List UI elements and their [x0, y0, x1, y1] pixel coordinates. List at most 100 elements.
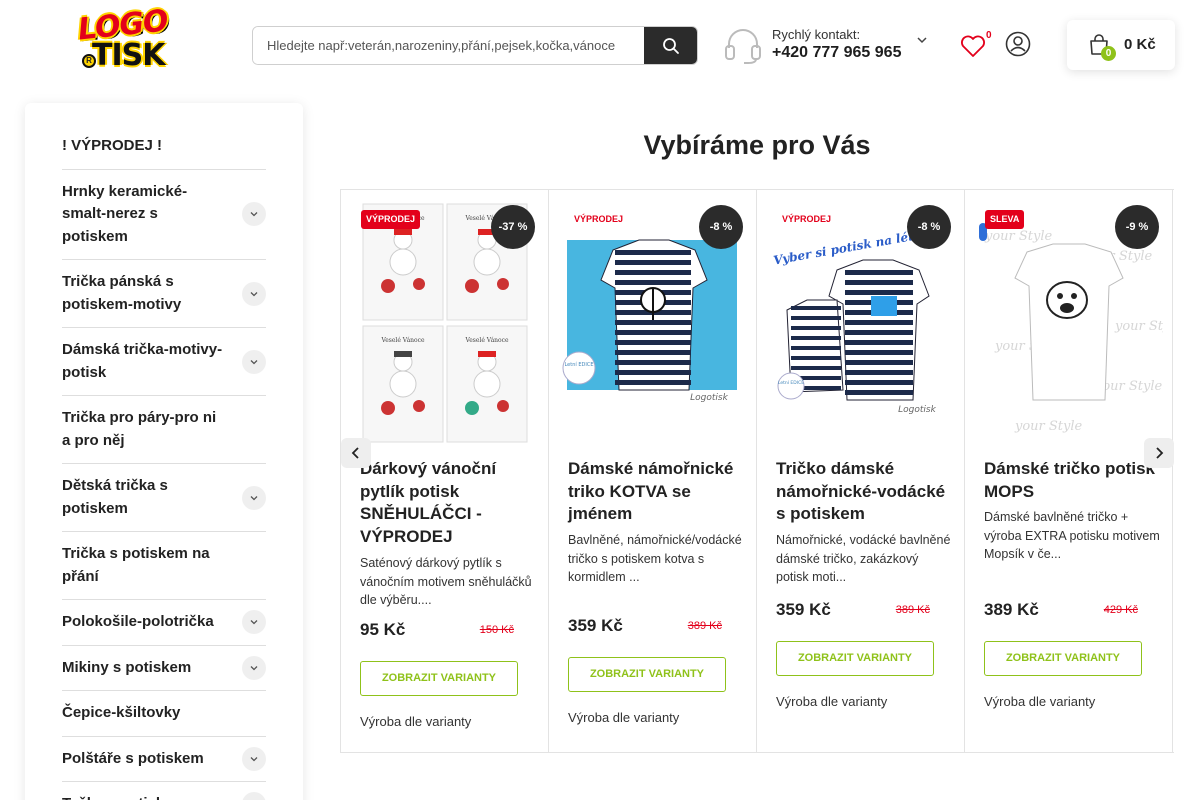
chevron-down-icon[interactable] — [242, 202, 266, 227]
show-variants-button[interactable]: ZOBRAZIT VARIANTY — [776, 641, 934, 676]
product-price: 359 Kč — [776, 600, 831, 619]
svg-text:Veselé Vánoce: Veselé Vánoce — [380, 337, 425, 344]
cart-total: 0 Kč — [1124, 36, 1156, 53]
sidebar-item[interactable]: Hrnky keramické-smalt-nerez s potiskem — [62, 170, 266, 260]
product-flag: VÝPRODEJ — [361, 210, 421, 229]
headset-icon — [725, 29, 761, 64]
svg-text:your Style: your Style — [1114, 319, 1163, 334]
product-description: Námořnické, vodácké bavlněné dámské trič… — [776, 533, 951, 584]
section-title: Vybíráme pro Vás — [643, 130, 871, 160]
sidebar-item[interactable]: Polokošile-polotrička — [62, 600, 266, 646]
product-price: 95 Kč — [360, 620, 406, 639]
chevron-down-icon[interactable] — [242, 281, 266, 306]
product-title[interactable]: Dárkový vánoční pytlík potisk SNĚHULÁČCI… — [360, 458, 538, 548]
chevron-down-icon[interactable] — [242, 655, 266, 680]
product-old-price: 150 Kč — [479, 624, 514, 636]
product-availability: Výroba dle varianty — [776, 694, 888, 709]
sidebar-item[interactable]: Polštáře s potiskem — [62, 737, 266, 782]
site-logo[interactable]: LOGO TISK R — [76, 3, 169, 76]
wishlist-button[interactable]: 0 — [958, 30, 998, 62]
sidebar-item-label: Čepice-kšiltovky — [62, 704, 181, 721]
sidebar-item[interactable]: ! VÝPRODEJ ! — [62, 125, 266, 170]
sidebar-item[interactable]: Čepice-kšiltovky — [62, 691, 266, 737]
search-bar — [252, 26, 698, 65]
search-icon — [662, 37, 679, 54]
sidebar-item[interactable]: Trička pánská s potiskem-motivy — [62, 260, 266, 328]
product-card[interactable]: VÝPRODEJ -8 % Vyber si potisk na léto. Letn… — [757, 190, 965, 752]
quick-contact[interactable]: Rychlý kontakt: +420 777 965 965 — [724, 24, 934, 68]
svg-text:your Style: your Style — [984, 229, 1053, 244]
product-description: Dámské bavlněné tričko + výroba EXTRA po… — [984, 510, 1160, 561]
svg-text:Letní EDICE: Letní EDICE — [778, 379, 804, 386]
product-carousel: VÝPRODEJ -37 % Veselé Vánoce Veselé Vánoce V… — [340, 189, 1174, 753]
discount-badge: -8 % — [907, 205, 951, 249]
product-price: 389 Kč — [984, 600, 1039, 619]
product-availability: Výroba dle varianty — [360, 714, 472, 729]
carousel-prev-button[interactable] — [341, 438, 371, 468]
sidebar-item[interactable]: Tašky s potiskem — [62, 782, 266, 800]
sidebar-item-label: Tašky s potiskem — [62, 795, 186, 800]
svg-text:Logotisk: Logotisk — [690, 393, 728, 403]
sidebar-item[interactable]: Trička s potiskem na přání — [62, 532, 266, 600]
sidebar-item-label: Trička s potiskem na přání — [62, 545, 210, 585]
wishlist-count: 0 — [986, 30, 992, 41]
sidebar-item-label: Dámská trička-motivy-potisk — [62, 341, 223, 381]
show-variants-button[interactable]: ZOBRAZIT VARIANTY — [360, 661, 518, 696]
sidebar-item[interactable]: Mikiny s potiskem — [62, 646, 266, 691]
product-flag: VÝPRODEJ — [777, 210, 837, 229]
contact-phone[interactable]: +420 777 965 965 — [772, 44, 901, 62]
carousel-next-button[interactable] — [1144, 438, 1174, 468]
chevron-down-icon[interactable] — [242, 349, 266, 374]
svg-text:Veselé Vánoce: Veselé Vánoce — [464, 337, 509, 344]
chevron-left-icon — [351, 447, 359, 459]
sidebar-item-label: Trička pro páry-pro ni a pro něj — [62, 409, 217, 449]
product-availability: Výroba dle varianty — [984, 694, 1096, 709]
logo-text-bottom: TISK — [92, 38, 165, 73]
product-description: Saténový dárkový pytlík s vánočním motiv… — [360, 556, 532, 607]
user-icon[interactable] — [1005, 31, 1031, 57]
svg-text:Letní EDICE: Letní EDICE — [564, 361, 593, 368]
product-flag: SLEVA — [985, 210, 1025, 229]
product-title[interactable]: Dámské tričko potisk MOPS — [984, 458, 1162, 503]
sidebar-item[interactable]: Trička pro páry-pro ni a pro něj — [62, 396, 266, 464]
sidebar-item-label: Dětská trička s potiskem — [62, 477, 168, 517]
svg-text:Logotisk: Logotisk — [898, 405, 936, 415]
heart-icon — [961, 35, 985, 57]
chevron-down-icon[interactable] — [242, 485, 266, 510]
product-old-price: 429 Kč — [1103, 604, 1138, 616]
chevron-down-icon[interactable] — [242, 610, 266, 635]
discount-badge: -9 % — [1115, 205, 1159, 249]
sidebar-item-label: ! VÝPRODEJ ! — [62, 137, 163, 154]
sidebar-item-label: Hrnky keramické-smalt-nerez s potiskem — [62, 182, 188, 245]
discount-badge: -8 % — [699, 205, 743, 249]
sidebar-item[interactable]: Dámská trička-motivy-potisk — [62, 328, 266, 396]
product-title[interactable]: Tričko dámské námořnické-vodácké s potis… — [776, 458, 954, 526]
logo-registered-mark: R — [82, 54, 96, 68]
chevron-down-icon[interactable] — [242, 746, 266, 771]
cart-button[interactable]: 0 0 Kč — [1067, 20, 1175, 70]
site-header: LOGO TISK R Rychlý kontakt: +420 777 965… — [0, 0, 1200, 90]
contact-label: Rychlý kontakt: — [772, 27, 861, 42]
sidebar-item[interactable]: Dětská trička s potiskem — [62, 464, 266, 532]
product-flag: VÝPRODEJ — [569, 210, 629, 229]
chevron-down-icon[interactable] — [242, 792, 266, 800]
product-card[interactable]: SLEVA -9 % your Style your Style your Style y… — [965, 190, 1173, 752]
product-title[interactable]: Dámské námořnické triko KOTVA se jménem — [568, 458, 746, 526]
product-card-partial — [1173, 190, 1174, 752]
chevron-down-icon[interactable] — [916, 34, 928, 46]
product-old-price: 389 Kč — [687, 620, 722, 632]
product-description: Bavlněné, námořnické/vodácké tričko s po… — [568, 533, 742, 584]
show-variants-button[interactable]: ZOBRAZIT VARIANTY — [568, 657, 726, 692]
product-card[interactable]: VÝPRODEJ -37 % Veselé Vánoce Veselé Vánoce V… — [341, 190, 549, 752]
product-price: 359 Kč — [568, 616, 623, 635]
svg-text:your Style: your Style — [1014, 419, 1083, 434]
chevron-right-icon — [1156, 447, 1164, 459]
category-sidebar: ! VÝPRODEJ ! Hrnky keramické-smalt-nerez … — [25, 103, 303, 800]
show-variants-button[interactable]: ZOBRAZIT VARIANTY — [984, 641, 1142, 676]
product-old-price: 389 Kč — [895, 604, 930, 616]
product-card[interactable]: VÝPRODEJ -8 % Letní EDICE Logotisk Dámské ná… — [549, 190, 757, 752]
sidebar-item-label: Polštáře s potiskem — [62, 749, 204, 767]
product-availability: Výroba dle varianty — [568, 710, 680, 725]
search-button[interactable] — [644, 27, 697, 64]
search-input[interactable] — [253, 27, 644, 64]
